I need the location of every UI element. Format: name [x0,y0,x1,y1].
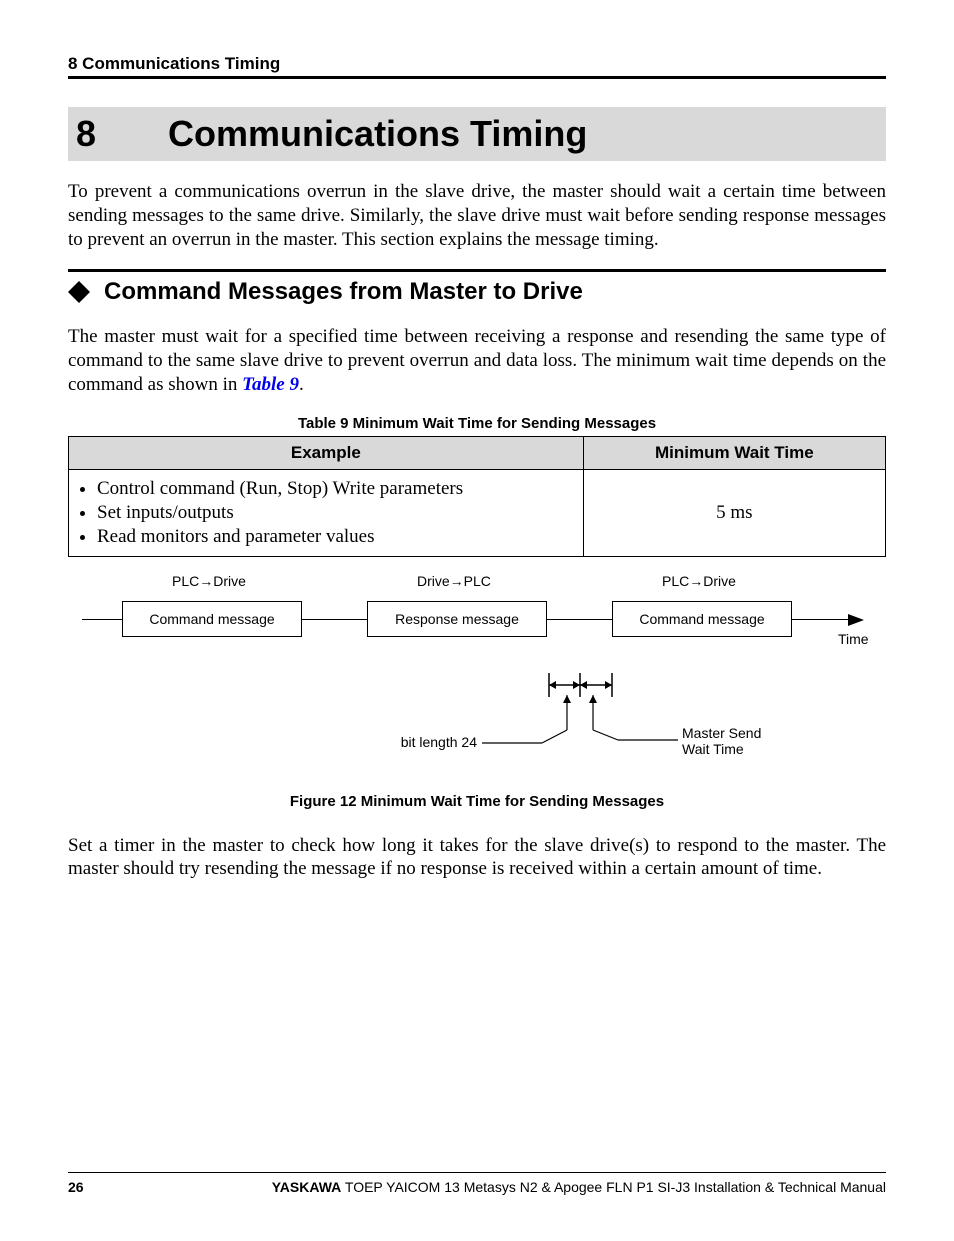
diagram-box-response: Response message [367,601,547,637]
table9-caption: Table 9 Minimum Wait Time for Sending Me… [68,415,886,432]
diagram-label-plc-drive-2: PLC→Drive [662,573,736,589]
running-head: 8 Communications Timing [68,54,886,79]
td-example: Control command (Run, Stop) Write parame… [69,469,584,556]
subsection-rule [68,269,886,272]
para-before-link: The master must wait for a specified tim… [68,326,886,395]
section-title: Communications Timing [168,113,587,155]
doc-id: YASKAWA TOEP YAICOM 13 Metasys N2 & Apog… [272,1179,886,1195]
page-number: 26 [68,1179,84,1195]
table-header-row: Example Minimum Wait Time [69,436,886,469]
table9: Example Minimum Wait Time Control comman… [68,436,886,557]
diagram-anno-master-wait: Master Send Wait Time [682,725,761,759]
subsection-para: The master must wait for a specified tim… [68,325,886,396]
list-item: Control command (Run, Stop) Write parame… [97,478,573,500]
baseline-seg [302,619,367,620]
diagram-label-plc-drive-1: PLC→Drive [172,573,246,589]
diagram-box-command-2: Command message [612,601,792,637]
baseline-seg [547,619,612,620]
table-row: Control command (Run, Stop) Write parame… [69,469,886,556]
leader-left [482,695,572,748]
section-title-bar: 8 Communications Timing [68,107,886,161]
doc-title: TOEP YAICOM 13 Metasys N2 & Apogee FLN P… [341,1179,886,1195]
leader-right [588,695,678,748]
subsection-head: Command Messages from Master to Drive [68,278,886,306]
doc-brand: YASKAWA [272,1179,342,1195]
diagram-label-drive-plc: Drive→PLC [417,573,491,589]
para-after-link: . [299,374,304,395]
list-item: Set inputs/outputs [97,502,573,524]
page-footer: 26 YASKAWA TOEP YAICOM 13 Metasys N2 & A… [68,1172,886,1195]
section-number: 8 [76,113,96,155]
diamond-icon [68,281,90,303]
td-minwait: 5 ms [583,469,885,556]
example-list: Control command (Run, Stop) Write parame… [79,478,573,548]
baseline-seg [792,619,852,620]
section-intro: To prevent a communications overrun in t… [68,180,886,251]
diagram-time-label: Time [838,631,869,647]
page: 8 Communications Timing 8 Communications… [0,0,954,1241]
list-item: Read monitors and parameter values [97,526,573,548]
th-minwait: Minimum Wait Time [583,436,885,469]
table9-link[interactable]: Table 9 [242,374,299,395]
figure12-caption: Figure 12 Minimum Wait Time for Sending … [68,793,886,810]
baseline-seg [82,619,122,620]
th-example: Example [69,436,584,469]
timeline-arrow-icon [848,613,864,629]
timing-diagram: PLC→Drive Drive→PLC PLC→Drive Time Comma… [82,573,872,773]
subsection-title: Command Messages from Master to Drive [104,278,583,306]
closing-para: Set a timer in the master to check how l… [68,834,886,882]
diagram-box-command-1: Command message [122,601,302,637]
